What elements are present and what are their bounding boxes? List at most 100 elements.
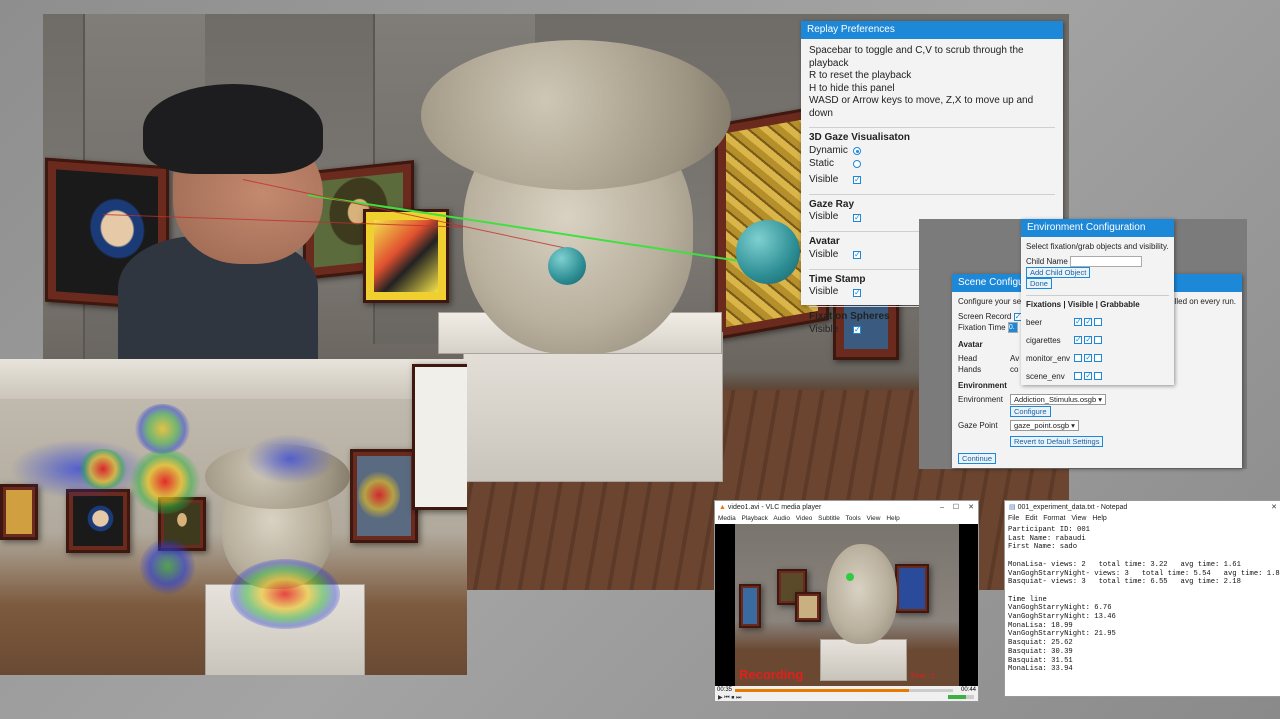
help-line: WASD or Arrow keys to move, Z,X to move … <box>809 95 1034 119</box>
environment-value: Addiction_Stimulus.osgb <box>1014 395 1097 405</box>
minimize-icon[interactable]: – <box>940 501 944 514</box>
object-name: cigarettes <box>1026 335 1061 345</box>
visible-checkbox[interactable]: ✓ <box>1084 372 1093 381</box>
vlc-video-area[interactable]: Recording Time : 1 <box>715 524 978 686</box>
menu-playback[interactable]: Playback <box>742 515 768 522</box>
menu-audio[interactable]: Audio <box>773 515 790 522</box>
menu-help[interactable]: Help <box>886 515 899 522</box>
vlc-cone-icon: ▲ <box>719 504 726 511</box>
fixation-checkbox[interactable] <box>1074 354 1082 363</box>
volume-slider[interactable] <box>948 695 974 699</box>
close-icon[interactable]: ✕ <box>1271 501 1277 514</box>
visible-checkbox[interactable]: ✓ <box>1084 354 1093 363</box>
menu-file[interactable]: File <box>1008 515 1019 522</box>
grabbable-checkbox[interactable] <box>1094 336 1103 345</box>
dynamic-radio[interactable] <box>853 147 861 155</box>
environment-select[interactable]: Addiction_Stimulus.osgb ▾ <box>1010 394 1106 406</box>
visible-checkbox[interactable]: ✓ <box>1084 318 1093 327</box>
text-line: Basquiat: 31.51 <box>1008 656 1073 665</box>
dynamic-label: Dynamic <box>809 144 848 156</box>
menu-view[interactable]: View <box>1071 515 1086 522</box>
fixation-checkbox[interactable]: ✓ <box>1074 318 1082 327</box>
gaze-point-select[interactable]: gaze_point.osgb ▾ <box>1010 420 1079 432</box>
help-line: R to reset the playback <box>809 70 912 81</box>
pedestal <box>463 332 723 482</box>
static-label: Static <box>809 157 835 169</box>
fixation-sphere <box>548 247 586 285</box>
gazeray-visible-checkbox[interactable]: ✓ <box>853 213 861 222</box>
visible-label: Visible <box>809 211 839 223</box>
heatmap-blob <box>78 449 128 489</box>
heatmap-blob <box>245 434 335 484</box>
notepad-icon: ▤ <box>1009 504 1016 511</box>
hands-label: Hands <box>958 365 982 375</box>
menu-tools[interactable]: Tools <box>846 515 861 522</box>
grabbable-checkbox[interactable] <box>1094 318 1103 327</box>
visible-label: Visible <box>809 323 839 335</box>
text-line: MonaLisa: 18.99 <box>1008 621 1073 630</box>
add-child-object-button[interactable]: Add Child Object <box>1026 267 1091 279</box>
vlc-window-title: video1.avi - VLC media player <box>727 504 822 511</box>
text-line: VanGoghStarryNight: 13.46 <box>1008 613 1116 622</box>
menu-media[interactable]: Media <box>718 515 736 522</box>
fixation-time-label: Fixation Time <box>958 323 1006 332</box>
close-icon[interactable]: ✕ <box>968 501 974 514</box>
gaze-point-label: Gaze Point <box>958 421 998 431</box>
menu-help[interactable]: Help <box>1092 515 1106 522</box>
revert-defaults-button[interactable]: Revert to Default Settings <box>1010 436 1104 448</box>
env-panel-title: Environment Configuration <box>1021 219 1174 237</box>
menu-video[interactable]: Video <box>796 515 813 522</box>
vlc-controls: 00:35 00:44 ▶ ⏮ ⏹ ⏭ <box>715 686 978 701</box>
heatmap-blob <box>135 404 190 454</box>
visible-checkbox[interactable]: ✓ <box>1084 336 1093 345</box>
env-instructions: Select fixation/grab objects and visibil… <box>1026 242 1169 251</box>
vlc-titlebar: ▲ video1.avi - VLC media player – ☐ ✕ <box>715 501 978 514</box>
pedestal <box>820 639 907 681</box>
grabbable-checkbox[interactable] <box>1094 372 1103 381</box>
continue-button[interactable]: Continue <box>958 453 997 465</box>
gaze-point-value: gaze_point.osgb <box>1014 421 1070 431</box>
elapsed-time: 00:35 <box>717 687 733 693</box>
notepad-text-area[interactable]: Participant ID: 001 Last Name: rabaudi F… <box>1005 524 1280 676</box>
seek-bar[interactable] <box>735 689 953 692</box>
visible-label: Visible <box>809 248 839 260</box>
section-3d-gaze: 3D Gaze Visualisaton <box>809 127 1055 145</box>
object-name: beer <box>1026 317 1043 327</box>
text-line: VanGoghStarryNight: 6.76 <box>1008 604 1112 613</box>
recording-label: Recording <box>739 667 804 682</box>
notepad-menubar: File Edit Format View Help <box>1005 514 1280 524</box>
vlc-player-window[interactable]: ▲ video1.avi - VLC media player – ☐ ✕ Me… <box>714 500 979 702</box>
maximize-icon[interactable]: ☐ <box>953 501 959 514</box>
menu-edit[interactable]: Edit <box>1025 515 1037 522</box>
text-line: MonaLisa- views: 2 total time: 3.22 avg … <box>1008 560 1241 569</box>
play-controls[interactable]: ▶ ⏮ ⏹ ⏭ <box>718 694 741 702</box>
timestamp-visible-checkbox[interactable]: ✓ <box>853 288 861 297</box>
static-radio[interactable] <box>853 160 861 168</box>
notepad-window[interactable]: ▤ 001_experiment_data.txt - Notepad ✕ Fi… <box>1004 500 1280 697</box>
heatmap-blob <box>230 559 340 629</box>
fixation-checkbox[interactable]: ✓ <box>1074 336 1082 345</box>
avatar-visible-checkbox[interactable]: ✓ <box>853 251 861 259</box>
scene-intro: Configure your se <box>958 297 1022 306</box>
gaze3d-visible-checkbox[interactable]: ✓ <box>853 176 861 184</box>
menu-format[interactable]: Format <box>1043 515 1065 522</box>
hands-select[interactable]: co <box>1010 365 1018 374</box>
text-line: VanGoghStarryNight- views: 3 total time:… <box>1008 569 1280 578</box>
fixation-visible-checkbox[interactable]: ✓ <box>853 326 861 334</box>
help-line: Spacebar to toggle and C,V to scrub thro… <box>809 45 1024 69</box>
head-select[interactable]: Av <box>1010 354 1019 363</box>
grabbable-checkbox[interactable] <box>1094 354 1103 363</box>
heatmap-blob <box>130 449 200 514</box>
done-button[interactable]: Done <box>1026 278 1052 290</box>
notepad-titlebar: ▤ 001_experiment_data.txt - Notepad ✕ <box>1005 501 1280 514</box>
fixation-checkbox[interactable] <box>1074 372 1082 381</box>
menu-subtitle[interactable]: Subtitle <box>818 515 840 522</box>
gaze-point <box>846 573 854 581</box>
heatmap-viewport[interactable] <box>0 359 467 675</box>
menu-view[interactable]: View <box>867 515 881 522</box>
text-line: Basquiat: 25.62 <box>1008 639 1073 648</box>
child-name-input[interactable] <box>1070 256 1143 268</box>
fixation-time-input[interactable]: 0. <box>1007 322 1018 334</box>
configure-button[interactable]: Configure <box>1010 406 1051 418</box>
painting-left <box>739 584 761 628</box>
